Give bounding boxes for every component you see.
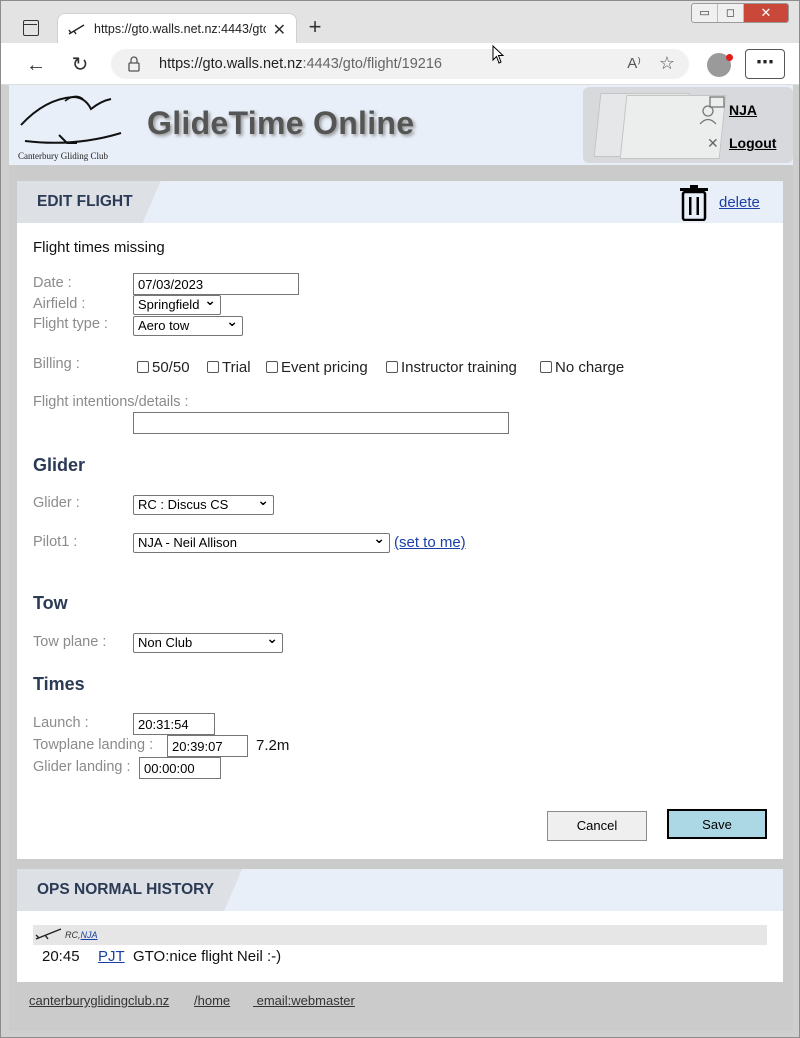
glider-section-title: Glider	[33, 455, 86, 475]
logsheet-image	[583, 87, 793, 163]
billing-trial-checkbox[interactable]: Trial	[207, 359, 251, 376]
user-icon	[699, 96, 725, 125]
delete-link[interactable]: delete	[719, 194, 760, 211]
close-window-button[interactable]: ✕	[744, 4, 788, 22]
checkbox-box	[266, 361, 278, 373]
date-input[interactable]	[133, 273, 299, 295]
page-content: Canterbury Gliding Club GlideTime Online…	[9, 85, 793, 1031]
history-glider: RC	[65, 930, 78, 940]
billing-5050-checkbox[interactable]: 50/50	[137, 359, 190, 376]
history-text: GTO:nice flight Neil :-)	[133, 948, 282, 965]
billing-no-charge-checkbox[interactable]: No charge	[540, 359, 624, 376]
intentions-label: Flight intentions/details :	[33, 394, 189, 410]
billing-instructor-training-checkbox[interactable]: Instructor training	[386, 359, 517, 376]
towplane-landing-label: Towplane landing :	[33, 737, 154, 753]
history-header: OPS NORMAL HISTORY	[17, 869, 783, 911]
new-tab-button[interactable]: +	[303, 15, 327, 39]
tab-actions-icon[interactable]	[23, 20, 39, 36]
tow-plane-value: Non Club	[138, 635, 193, 650]
history-tab: OPS NORMAL HISTORY	[17, 869, 242, 911]
mouse-cursor-icon	[492, 45, 505, 64]
club-name: Canterbury Gliding Club	[18, 151, 108, 161]
footer-email-link[interactable]: email:webmaster	[253, 993, 355, 1008]
checkbox-box	[137, 361, 149, 373]
site-header: Canterbury Gliding Club GlideTime Online…	[9, 85, 793, 165]
refresh-icon[interactable]: ↻	[67, 52, 93, 78]
history-panel: OPS NORMAL HISTORY RC,NJA 20:45 PJT GTO:…	[17, 869, 783, 982]
glider-favicon-icon	[68, 24, 85, 35]
tow-section-title: Tow	[33, 593, 68, 613]
logout-icon: ✕	[707, 135, 719, 151]
checkbox-box	[386, 361, 398, 373]
checkbox-box	[207, 361, 219, 373]
date-label: Date :	[33, 275, 72, 291]
lock-icon	[128, 56, 140, 72]
times-section-title: Times	[33, 674, 85, 694]
browser-tab[interactable]: https://gto.walls.net.nz:4443/gto/ ✕	[57, 13, 297, 45]
tab-title: https://gto.walls.net.nz:4443/gto/	[94, 22, 266, 36]
browser-toolbar: ← ↻ https://gto.walls.net.nz:4443/gto/fl…	[1, 43, 799, 85]
tow-plane-label: Tow plane :	[33, 634, 107, 650]
billing-label: Billing :	[33, 356, 80, 372]
edit-flight-panel: EDIT FLIGHT delete Flight times missing …	[17, 181, 783, 859]
set-to-me-link[interactable]: (set to me)	[394, 534, 466, 551]
pilot-label: Pilot1 :	[33, 534, 78, 550]
flight-type-value: Aero tow	[138, 318, 190, 333]
pilot-value: NJA - Neil Allison	[138, 535, 237, 550]
glider-landing-label: Glider landing :	[33, 759, 131, 775]
minimize-button[interactable]: ▭	[692, 4, 718, 22]
glider-value: RC : Discus CS	[138, 497, 229, 512]
glider-icon	[35, 928, 62, 940]
address-bar[interactable]: https://gto.walls.net.nz:4443/gto/flight…	[111, 49, 689, 79]
maximize-button[interactable]: ◻	[718, 4, 744, 22]
history-pilot-link[interactable]: NJA	[81, 930, 98, 940]
back-arrow-icon[interactable]: ←	[23, 52, 49, 78]
user-link[interactable]: NJA	[729, 102, 757, 118]
read-aloud-icon[interactable]: A⁾	[627, 54, 641, 72]
airfield-label: Airfield :	[33, 296, 86, 312]
launch-input[interactable]	[133, 713, 215, 735]
flight-type-label: Flight type :	[33, 316, 108, 332]
trash-icon[interactable]	[679, 185, 709, 221]
glider-landing-input[interactable]	[139, 757, 221, 779]
history-time: 20:45	[42, 948, 80, 965]
checkbox-box	[540, 361, 552, 373]
status-message: Flight times missing	[33, 239, 165, 256]
logout-link[interactable]: Logout	[729, 135, 776, 151]
glider-select[interactable]: RC : Discus CS	[133, 492, 274, 515]
history-user-link[interactable]: PJT	[98, 948, 125, 965]
pilot-select[interactable]: NJA - Neil Allison	[133, 530, 390, 553]
tab-close-icon[interactable]: ✕	[273, 20, 286, 40]
billing-event-pricing-checkbox[interactable]: Event pricing	[266, 359, 368, 376]
airfield-value: Springfield	[138, 297, 200, 312]
flight-type-select[interactable]: Aero tow	[133, 313, 243, 336]
save-button[interactable]: Save	[667, 809, 767, 839]
intentions-input[interactable]	[133, 412, 509, 434]
app-title: GlideTime Online	[147, 105, 415, 141]
more-menu-icon[interactable]: ⋯	[745, 49, 785, 79]
glider-label: Glider :	[33, 495, 80, 511]
footer-home-link[interactable]: /home	[194, 993, 230, 1008]
browser-window: https://gto.walls.net.nz:4443/gto/ ✕ + ▭…	[0, 0, 800, 1038]
profile-avatar-icon[interactable]	[707, 53, 733, 77]
window-controls: ▭ ◻ ✕	[691, 3, 789, 23]
tow-plane-select[interactable]: Non Club	[133, 630, 283, 653]
url-path: :4443/gto/flight/19216	[302, 56, 442, 72]
title-bar: https://gto.walls.net.nz:4443/gto/ ✕ + ▭…	[1, 1, 799, 45]
launch-label: Launch :	[33, 715, 89, 731]
towplane-landing-input[interactable]	[167, 735, 248, 757]
url-host: https://gto.walls.net.nz	[159, 56, 303, 72]
history-flight-bar: RC,NJA	[33, 925, 767, 945]
footer-club-link[interactable]: canterburyglidingclub.nz	[29, 993, 169, 1008]
url-text: https://gto.walls.net.nz:4443/gto/flight…	[159, 56, 442, 72]
cancel-button[interactable]: Cancel	[547, 811, 647, 841]
edit-flight-tab: EDIT FLIGHT	[17, 181, 161, 223]
airfield-select[interactable]: Springfield	[133, 292, 221, 315]
favorite-star-icon[interactable]: ☆	[659, 53, 675, 74]
edit-flight-header: EDIT FLIGHT delete	[17, 181, 783, 223]
tow-duration: 7.2m	[256, 737, 290, 754]
